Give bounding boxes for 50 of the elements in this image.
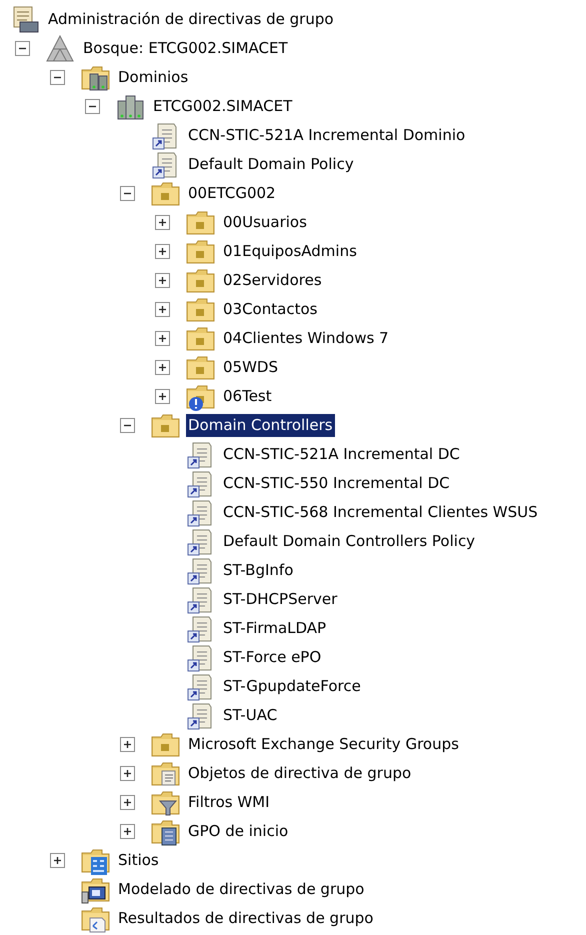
expand-icon[interactable] bbox=[120, 737, 135, 752]
expand-icon[interactable] bbox=[120, 795, 135, 810]
collapse-icon[interactable] bbox=[85, 99, 100, 114]
tree-item[interactable]: Sitios bbox=[116, 849, 161, 872]
tree-item[interactable]: GPO de inicio bbox=[186, 820, 290, 843]
tree-item[interactable]: Domain Controllers bbox=[186, 414, 335, 437]
forest-icon bbox=[45, 34, 75, 64]
expand-icon[interactable] bbox=[155, 331, 170, 346]
tree-item[interactable]: 00Usuarios bbox=[221, 211, 309, 234]
tree-item[interactable]: 05WDS bbox=[221, 356, 280, 379]
tree-item[interactable]: 01EquiposAdmins bbox=[221, 240, 359, 263]
tree-item[interactable]: 02Servidores bbox=[221, 269, 324, 292]
tree-item[interactable]: 04Clientes Windows 7 bbox=[221, 327, 391, 350]
expand-icon[interactable] bbox=[50, 853, 65, 868]
expand-icon[interactable] bbox=[155, 302, 170, 317]
tree-item[interactable]: ST-UAC bbox=[221, 704, 280, 727]
tree-item[interactable]: Administración de directivas de grupo bbox=[46, 8, 336, 31]
expand-icon[interactable] bbox=[155, 389, 170, 404]
expand-icon[interactable] bbox=[120, 824, 135, 839]
expand-icon[interactable] bbox=[155, 215, 170, 230]
collapse-icon[interactable] bbox=[15, 41, 30, 56]
tree-item[interactable]: Default Domain Controllers Policy bbox=[221, 530, 478, 553]
tree-item[interactable]: CCN-STIC-550 Incremental DC bbox=[221, 472, 452, 495]
tree-item[interactable]: 06Test bbox=[221, 385, 274, 408]
tree-item[interactable]: Microsoft Exchange Security Groups bbox=[186, 733, 461, 756]
tree-item[interactable]: ST-Force ePO bbox=[221, 646, 324, 669]
expand-icon[interactable] bbox=[120, 766, 135, 781]
expand-icon[interactable] bbox=[155, 273, 170, 288]
tree-item[interactable]: Objetos de directiva de grupo bbox=[186, 762, 414, 785]
tree-item[interactable]: ST-GpupdateForce bbox=[221, 675, 363, 698]
tree-item[interactable]: ST-FirmaLDAP bbox=[221, 617, 328, 640]
tree-item[interactable]: Filtros WMI bbox=[186, 791, 272, 814]
tree-item[interactable]: Modelado de directivas de grupo bbox=[116, 878, 366, 901]
tree-item[interactable]: CCN-STIC-521A Incremental DC bbox=[221, 443, 462, 466]
tree-item[interactable]: 03Contactos bbox=[221, 298, 320, 321]
tree-item[interactable]: 00ETCG002 bbox=[186, 182, 278, 205]
tree-item[interactable]: Bosque: ETCG002.SIMACET bbox=[81, 37, 290, 60]
tree-item[interactable]: CCN-STIC-521A Incremental Dominio bbox=[186, 124, 468, 147]
collapse-icon[interactable] bbox=[120, 418, 135, 433]
expand-icon[interactable] bbox=[155, 360, 170, 375]
tree-item[interactable]: ETCG002.SIMACET bbox=[151, 95, 294, 118]
collapse-icon[interactable] bbox=[120, 186, 135, 201]
tree-item[interactable]: CCN-STIC-568 Incremental Clientes WSUS bbox=[221, 501, 540, 524]
expand-icon[interactable] bbox=[155, 244, 170, 259]
tree-item[interactable]: Resultados de directivas de grupo bbox=[116, 907, 376, 930]
tree-item[interactable]: Default Domain Policy bbox=[186, 153, 356, 176]
tree-item[interactable]: ST-DHCPServer bbox=[221, 588, 340, 611]
collapse-icon[interactable] bbox=[50, 70, 65, 85]
tree-item[interactable]: ST-BgInfo bbox=[221, 559, 296, 582]
tree-item[interactable]: Dominios bbox=[116, 66, 190, 89]
